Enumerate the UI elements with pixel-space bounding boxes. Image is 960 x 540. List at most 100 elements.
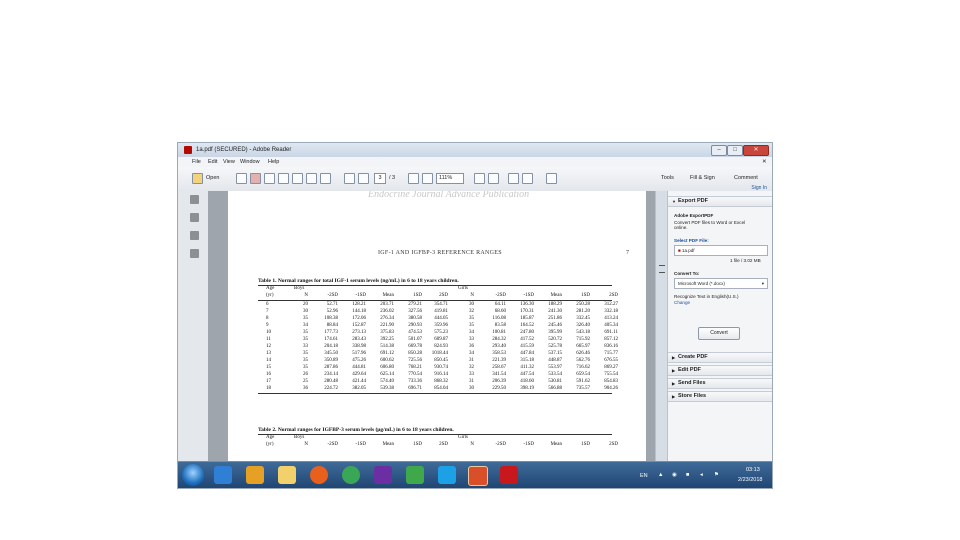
table-cell: 447.54 xyxy=(520,372,534,377)
table-cell: 659.54 xyxy=(576,372,590,377)
edit-icon[interactable] xyxy=(264,173,275,184)
media-app-icon[interactable] xyxy=(374,466,392,484)
menu-help[interactable]: Help xyxy=(268,159,279,165)
table-cell: 258.67 xyxy=(492,365,506,370)
open-button[interactable]: Open xyxy=(206,175,219,181)
acrobat-icon[interactable] xyxy=(500,466,518,484)
table-cell: 474.53 xyxy=(408,330,422,335)
convert-button[interactable]: Convert xyxy=(698,327,740,340)
ie-icon[interactable] xyxy=(214,466,232,484)
table-cell: 916.14 xyxy=(434,372,448,377)
highlight-icon[interactable] xyxy=(522,173,533,184)
close-button[interactable]: ✕ xyxy=(743,145,769,156)
file-count: 1 file / 3.02 MB xyxy=(730,258,761,263)
document-area[interactable]: Endocrine Journal Advance Publication IG… xyxy=(208,191,655,461)
security-icon[interactable]: ■ xyxy=(686,472,689,478)
sign-icon[interactable] xyxy=(546,173,557,184)
table-cell: 448.87 xyxy=(548,358,562,363)
fit-width-icon[interactable] xyxy=(488,173,499,184)
close-document-icon[interactable]: ✕ xyxy=(762,159,767,165)
table-cell: 290.93 xyxy=(408,323,422,328)
zoom-select[interactable]: 111% xyxy=(436,173,464,184)
chrome-icon[interactable] xyxy=(342,466,360,484)
bluestacks-icon[interactable] xyxy=(406,466,424,484)
splitter-grip[interactable] xyxy=(659,265,665,273)
table-cell: 850.45 xyxy=(434,358,448,363)
skype-icon[interactable] xyxy=(438,466,456,484)
table-cell: 34 xyxy=(469,330,474,335)
table-cell: 359.96 xyxy=(434,323,448,328)
sign-in-link[interactable]: Sign In xyxy=(751,185,767,191)
start-button[interactable] xyxy=(182,464,204,486)
menu-window[interactable]: Window xyxy=(240,159,260,165)
menu-view[interactable]: View xyxy=(223,159,235,165)
zoom-in-icon[interactable] xyxy=(422,173,433,184)
menu-edit[interactable]: Edit xyxy=(208,159,217,165)
previous-page-icon[interactable] xyxy=(344,173,355,184)
table-cell: 836.16 xyxy=(604,344,618,349)
pages-icon[interactable] xyxy=(190,213,199,222)
next-page-icon[interactable] xyxy=(358,173,369,184)
table-row: 10 35 177.73 273.13 375.83 474.53 575.23 34 100.… xyxy=(258,330,618,337)
table-cell: 904.26 xyxy=(604,386,618,391)
file-explorer-icon[interactable] xyxy=(278,466,296,484)
minimize-button[interactable]: – xyxy=(711,145,727,156)
edit-pdf-header[interactable]: ▶ Edit PDF xyxy=(668,365,772,376)
attachment-icon[interactable] xyxy=(190,231,199,240)
store-files-header[interactable]: ▶ Store Files xyxy=(668,391,772,402)
zoom-out-icon[interactable] xyxy=(408,173,419,184)
table-cell: 204.18 xyxy=(324,344,338,349)
table-cell: 530.81 xyxy=(548,379,562,384)
running-title: IGF-1 AND IGFBP-3 REFERENCE RANGES xyxy=(378,250,502,256)
volume-icon[interactable]: ◂ xyxy=(700,472,703,478)
print-icon[interactable] xyxy=(306,173,317,184)
table-cell: 206.39 xyxy=(492,379,506,384)
open-folder-icon[interactable] xyxy=(192,173,203,184)
menu-file[interactable]: File xyxy=(192,159,201,165)
convert-to-select[interactable]: Microsoft Word (*.docx) ▾ xyxy=(674,278,768,289)
cloud-icon[interactable] xyxy=(278,173,289,184)
page-number-input[interactable]: 3 xyxy=(374,173,386,184)
table-cell: 8 xyxy=(266,316,269,321)
save-icon[interactable] xyxy=(292,173,303,184)
maximize-button[interactable]: □ xyxy=(727,145,743,156)
email-icon[interactable] xyxy=(320,173,331,184)
firefox-icon[interactable] xyxy=(310,466,328,484)
table-cell: 241.30 xyxy=(548,309,562,314)
table-cell: 13 xyxy=(266,351,271,356)
girls-header: Girls xyxy=(458,286,468,291)
table-cell: 533.54 xyxy=(548,372,562,377)
clock-date[interactable]: 2/23/2018 xyxy=(738,477,762,483)
comment-icon[interactable] xyxy=(508,173,519,184)
selected-file-box[interactable]: ■ 1a.pdf xyxy=(674,245,768,256)
change-link[interactable]: Change xyxy=(674,300,690,305)
menu-bar: File Edit View Window Help ✕ xyxy=(178,157,772,167)
title-bar: 1a.pdf (SECURED) - Adobe Reader – □ ✕ xyxy=(178,143,772,157)
language-indicator[interactable]: EN xyxy=(640,473,648,479)
clock-time[interactable]: 03:13 xyxy=(746,467,760,473)
table-cell: 626.46 xyxy=(576,351,590,356)
comment-tab[interactable]: Comment xyxy=(734,175,758,181)
table-cell: 770.54 xyxy=(408,372,422,377)
create-icon[interactable] xyxy=(236,173,247,184)
flag-icon[interactable]: ⚑ xyxy=(714,472,719,478)
table-cell: 735.57 xyxy=(576,386,590,391)
signature-icon[interactable] xyxy=(190,249,199,258)
column-header: 1SD xyxy=(581,293,590,298)
media-player-icon[interactable] xyxy=(246,466,264,484)
fill-sign-tab[interactable]: Fill & Sign xyxy=(690,175,715,181)
column-header: Mean xyxy=(550,442,562,447)
powerpoint-icon[interactable] xyxy=(468,466,488,486)
table-cell: 553.97 xyxy=(548,365,562,370)
export-pdf-header[interactable]: ▼ Export PDF xyxy=(668,196,772,207)
create-pdf-header[interactable]: ▶ Create PDF xyxy=(668,352,772,363)
network-icon[interactable]: ◉ xyxy=(672,472,677,478)
pdf-icon[interactable] xyxy=(250,173,261,184)
show-hidden-icons[interactable]: ▲ xyxy=(658,472,663,478)
table-cell: 350.89 xyxy=(324,358,338,363)
lock-icon[interactable] xyxy=(190,195,199,204)
tools-tab[interactable]: Tools xyxy=(661,175,674,181)
fit-page-icon[interactable] xyxy=(474,173,485,184)
table-cell: 7 xyxy=(266,309,269,314)
send-files-header[interactable]: ▶ Send Files xyxy=(668,378,772,389)
